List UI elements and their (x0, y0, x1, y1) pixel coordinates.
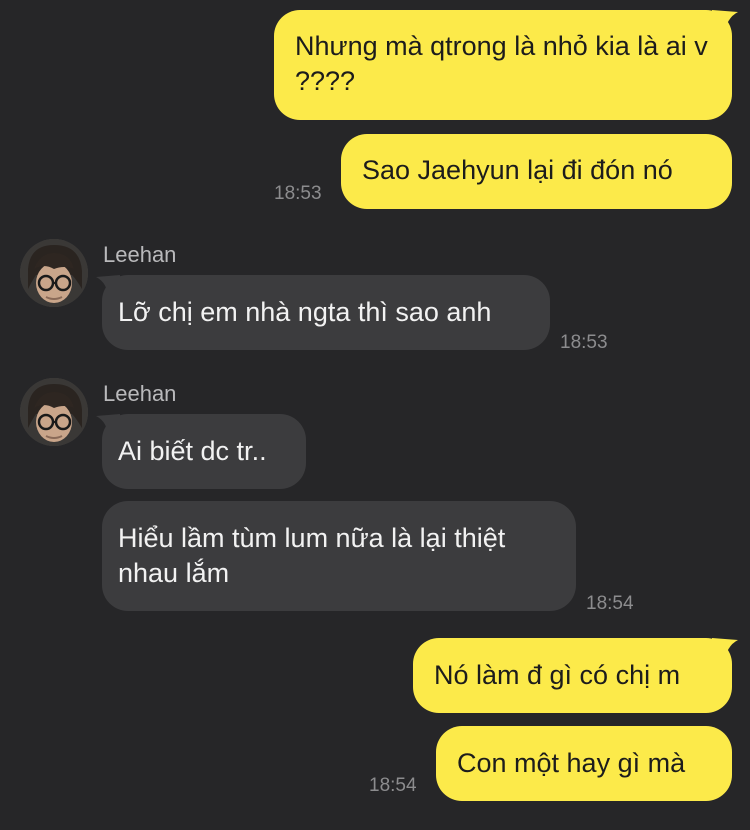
incoming-message-bubble[interactable]: Ai biết dc tr.. (102, 414, 306, 489)
avatar[interactable] (20, 239, 88, 307)
message-text: Sao Jaehyun lại đi đón nó (362, 155, 673, 185)
message-text: Con một hay gì mà (457, 748, 686, 778)
incoming-message-bubble[interactable]: Hiểu lầm tùm lum nữa là lại thiệt nhau l… (102, 501, 576, 611)
message-timestamp: 18:53 (274, 183, 322, 204)
message-text: Nó làm đ gì có chị m (434, 660, 681, 690)
message-timestamp: 18:54 (369, 775, 417, 796)
message-timestamp: 18:53 (560, 332, 608, 353)
message-text: Lỡ chị em nhà ngta thì sao anh (118, 297, 492, 327)
message-text: Hiểu lầm tùm lum nữa là lại thiệt nhau l… (118, 523, 506, 588)
sender-name: Leehan (103, 242, 177, 267)
chat-message-list[interactable]: Nhưng mà qtrong là nhỏ kia là ai v ???? … (0, 0, 750, 830)
incoming-message-bubble[interactable]: Lỡ chị em nhà ngta thì sao anh (102, 275, 550, 350)
message-timestamp: 18:54 (586, 593, 634, 614)
bubble-tail (712, 638, 738, 664)
profile-photo-icon (20, 239, 88, 307)
outgoing-message-bubble[interactable]: Con một hay gì mà (436, 726, 732, 801)
outgoing-message-bubble[interactable]: Nhưng mà qtrong là nhỏ kia là ai v ???? (274, 10, 732, 120)
message-text: Ai biết dc tr.. (118, 436, 267, 466)
bubble-tail (96, 414, 120, 438)
profile-photo-icon (20, 378, 88, 446)
message-text: Nhưng mà qtrong là nhỏ kia là ai v ???? (295, 31, 708, 96)
bubble-tail (96, 275, 120, 299)
bubble-tail (712, 10, 738, 36)
outgoing-message-bubble[interactable]: Sao Jaehyun lại đi đón nó (341, 134, 732, 209)
outgoing-message-bubble[interactable]: Nó làm đ gì có chị m (413, 638, 732, 713)
sender-name: Leehan (103, 381, 177, 406)
avatar[interactable] (20, 378, 88, 446)
